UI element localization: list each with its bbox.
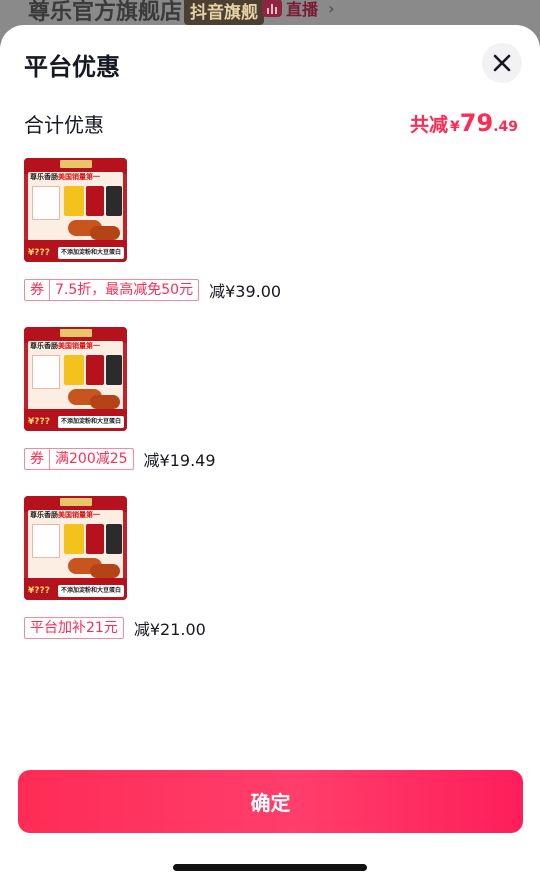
chevron-right-icon: › xyxy=(328,0,335,18)
home-indicator xyxy=(173,864,367,871)
coupon-row: 平台加补21元 减¥21.00 xyxy=(24,616,518,640)
coupon-row: 券 7.5折，最高减免50元 减¥39.00 xyxy=(24,278,518,302)
sheet-title: 平台优惠 xyxy=(24,53,120,81)
currency-symbol: ¥ xyxy=(450,119,460,135)
coupon-text: 平台加补21元 xyxy=(30,620,118,636)
total-amount-decimal: .49 xyxy=(493,119,518,135)
total-discount-amount: 共减 ¥ 79 .49 xyxy=(410,109,518,137)
store-name: 尊乐官方旗舰店 xyxy=(28,0,183,25)
platform-discount-sheet: 平台优惠 合计优惠 共减 ¥ 79 .49 尊乐香肠美国销量第一 ¥??? 不添… xyxy=(0,25,540,882)
thumb-title: 尊乐香肠美国销量第一 xyxy=(30,342,100,350)
product-thumbnail[interactable]: 尊乐香肠美国销量第一 ¥??? 不添加淀粉和大豆蛋白 xyxy=(24,158,127,262)
item-saving: 减¥39.00 xyxy=(209,282,282,301)
coupon-text: 满200减25 xyxy=(55,451,128,467)
coupon-chip: 券 满200减25 xyxy=(24,448,134,470)
thumb-tag: 不添加淀粉和大豆蛋白 xyxy=(57,247,124,259)
coupon-chip: 券 7.5折，最高减免50元 xyxy=(24,279,200,301)
thumb-price: ¥??? xyxy=(28,586,50,596)
thumb-title: 尊乐香肠美国销量第一 xyxy=(30,511,100,519)
live-label: 直播 xyxy=(286,0,319,19)
thumb-tag: 不添加淀粉和大豆蛋白 xyxy=(57,416,124,428)
thumb-price: ¥??? xyxy=(28,417,50,427)
coupon-row: 券 满200减25 减¥19.49 xyxy=(24,447,518,471)
total-amount-integer: 79 xyxy=(459,109,494,137)
coupon-text: 7.5折，最高减免50元 xyxy=(55,282,194,298)
product-thumbnail[interactable]: 尊乐香肠美国销量第一 ¥??? 不添加淀粉和大豆蛋白 xyxy=(24,496,127,600)
product-thumbnail[interactable]: 尊乐香肠美国销量第一 ¥??? 不添加淀粉和大豆蛋白 xyxy=(24,327,127,431)
item-saving: 减¥21.00 xyxy=(133,620,206,639)
confirm-button[interactable]: 确定 xyxy=(18,770,523,833)
flagship-badge: 抖音旗舰 xyxy=(184,0,264,25)
total-discount-row: 合计优惠 共减 ¥ 79 .49 xyxy=(24,108,518,138)
item-saving: 减¥19.49 xyxy=(143,451,216,470)
live-entry: 直播 › xyxy=(262,0,335,19)
live-icon xyxy=(262,0,282,17)
discount-item: 尊乐香肠美国销量第一 ¥??? 不添加淀粉和大豆蛋白 券 7.5折，最高减免50… xyxy=(24,158,518,302)
coupon-tag: 券 xyxy=(25,280,50,300)
close-button[interactable] xyxy=(482,43,522,83)
coupon-tag: 券 xyxy=(25,449,50,469)
discount-item: 尊乐香肠美国销量第一 ¥??? 不添加淀粉和大豆蛋白 平台加补21元 减¥21.… xyxy=(24,496,518,640)
close-icon xyxy=(493,54,511,72)
discount-item: 尊乐香肠美国销量第一 ¥??? 不添加淀粉和大豆蛋白 券 满200减25 减¥1… xyxy=(24,327,518,471)
thumb-price: ¥??? xyxy=(28,248,50,258)
total-prefix: 共减 xyxy=(410,114,449,136)
thumb-tag: 不添加淀粉和大豆蛋白 xyxy=(57,585,124,597)
coupon-chip: 平台加补21元 xyxy=(24,617,124,639)
total-discount-label: 合计优惠 xyxy=(24,112,104,137)
thumb-title: 尊乐香肠美国销量第一 xyxy=(30,173,100,181)
